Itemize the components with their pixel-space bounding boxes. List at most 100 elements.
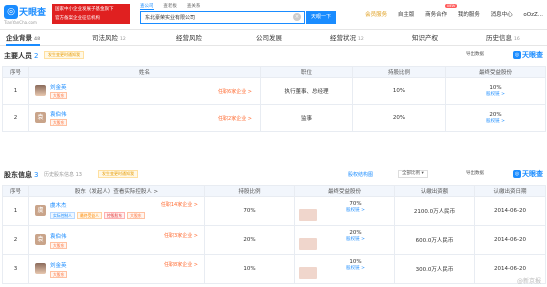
col-header: 姓名	[28, 66, 261, 78]
nav-vip-service[interactable]: 会员服务	[365, 10, 387, 18]
nav-business[interactable]: 商务合作	[425, 10, 447, 18]
tab-count: 12	[120, 37, 126, 42]
person-cell: 刘金英 大股东 任职8家企业 >	[28, 254, 205, 284]
tag-major-shareholder: 大股东	[50, 271, 68, 278]
avatar[interactable]: 虞	[35, 205, 46, 216]
ratio: 70%	[204, 196, 295, 226]
related-companies-link[interactable]: 任职14家企业 >	[161, 201, 198, 208]
clear-icon[interactable]: ×	[293, 13, 301, 21]
col-header: 持股比例	[352, 66, 446, 78]
chain-thumbnail	[299, 267, 317, 279]
chain-thumbnail	[299, 209, 317, 221]
tab-intellectual-property[interactable]: 知识产权	[412, 31, 438, 46]
position: 监事	[260, 104, 353, 132]
ratio: 10%	[204, 254, 295, 284]
search-tab-company[interactable]: 查公司	[140, 3, 154, 10]
related-companies-link[interactable]: 任职3家企业 >	[164, 232, 198, 239]
row-index: 2	[2, 104, 29, 132]
benefit-cell: 10% 股权链 >	[294, 254, 395, 284]
person-cell: 虞 虞木杰 实际控制人 最终受益人 控股股东 大股东 任职14家企业 >	[28, 196, 205, 226]
change-notify-button[interactable]: 发生变更时通知我	[44, 51, 84, 59]
search-tab-relation[interactable]: 查关系	[187, 3, 201, 9]
benefit-cell: 70% 股权链 >	[294, 196, 395, 226]
subscribed-date: 2014-06-20	[474, 196, 546, 226]
search-input[interactable]	[141, 12, 281, 23]
export-button[interactable]: 导出数据	[466, 170, 484, 178]
tab-company-development[interactable]: 公司发展	[256, 31, 282, 46]
tab-history[interactable]: 历史信息 16	[486, 31, 520, 46]
col-header: 序号	[2, 185, 29, 197]
subscribed-date: 2014-06-20	[474, 225, 546, 255]
nav-user-menu[interactable]: oOzZ...	[523, 12, 543, 18]
tab-count: 48	[34, 37, 41, 42]
related-companies-link[interactable]: 任职2家企业 >	[218, 115, 252, 122]
table-row[interactable]: 2 袁 袁伯伟 大股东 任职2家企业 > 监事 20% 20% 股权链 >	[2, 104, 546, 132]
ratio: 20%	[204, 225, 295, 255]
top-nav: 会员服务 自主版 商务合作 我的服务 消息中心 oOzZ... NEW	[356, 4, 543, 22]
equity-structure-link[interactable]: 股权结构图	[348, 171, 373, 178]
nav-self-version[interactable]: 自主版	[398, 10, 415, 18]
tag-controlling-shareholder: 控股股东	[103, 212, 126, 219]
avatar[interactable]: 袁	[35, 234, 46, 245]
chain-thumbnail	[299, 238, 317, 250]
promo-banner[interactable]: 国家中小企业发展子基金旗下 官方备案企业征信机构	[52, 4, 130, 24]
person-tags: 实际控制人 最终受益人 控股股东 大股东	[50, 212, 147, 219]
person-name[interactable]: 刘金英	[50, 261, 67, 269]
main-tabs: 企业背景 48 司法风险 12 经营风险 公司发展 经营状况 12 知识产权 历史信息…	[0, 31, 547, 46]
row-index: 2	[2, 225, 29, 255]
table-row[interactable]: 1 虞 虞木杰 实际控制人 最终受益人 控股股东 大股东 任职14家企业 > 70% …	[2, 196, 546, 226]
table-row[interactable]: 3 刘金英 大股东 任职8家企业 > 10% 10% 股权链 > 300.0万人民…	[2, 254, 546, 284]
position: 执行董事、总经理	[260, 77, 353, 105]
col-header: 认缴出资日期	[474, 185, 546, 197]
tab-label: 知识产权	[412, 34, 438, 42]
search-box: ×	[140, 11, 305, 24]
shareholders-table: 序号 股东（发起人）查看实际控股人 > 持股比例 最终受益股份 认缴出资额 认缴…	[2, 185, 546, 284]
site-logo[interactable]: ◎ 天眼查 TianYanCha.com	[4, 5, 48, 25]
related-companies-link[interactable]: 任职8家企业 >	[164, 261, 198, 268]
nav-messages[interactable]: 消息中心	[491, 10, 513, 18]
brand-mark: ◎ 天眼查	[513, 50, 543, 60]
person-name[interactable]: 虞木杰	[50, 201, 67, 209]
brand-icon: ◎	[513, 170, 521, 178]
section-count: 3	[34, 171, 39, 179]
table-row[interactable]: 1 刘金英 大股东 任职6家企业 > 执行董事、总经理 10% 10% 股权链 >	[2, 77, 546, 105]
tab-label: 公司发展	[256, 34, 282, 42]
equity-chain-link[interactable]: 股权链 >	[446, 118, 545, 124]
tab-judicial-risk[interactable]: 司法风险 12	[92, 31, 126, 46]
ratio: 20%	[352, 104, 446, 132]
key-personnel-header: 主要人员 2 发生变更时通知我 导出数据 ◎ 天眼查	[0, 48, 547, 62]
avatar[interactable]	[35, 85, 46, 96]
ratio-filter-select[interactable]: 全部比例 ▾	[398, 170, 428, 178]
tab-operation-risk[interactable]: 经营风险	[176, 31, 202, 46]
equity-chain-link[interactable]: 股权链 >	[446, 91, 545, 97]
col-header: 职位	[260, 66, 353, 78]
history-shareholders-link[interactable]: 历史股东信息 13	[44, 171, 82, 178]
tab-count: 16	[514, 37, 520, 42]
shareholders-header: 股东信息 3 历史股东信息 13 发生变更时通知我 股权结构图 全部比例 ▾ 导出…	[0, 167, 547, 181]
search-tab-boss[interactable]: 查老板	[163, 3, 177, 9]
nav-my-service[interactable]: 我的服务	[458, 10, 480, 18]
tag-final-beneficiary: 最终受益人	[76, 212, 102, 219]
nav-badge: NEW	[445, 4, 458, 8]
person-name[interactable]: 刘金英	[50, 83, 67, 91]
tab-label: 企业背景	[6, 34, 32, 42]
avatar[interactable]	[35, 263, 46, 274]
person-tags: 大股东	[50, 92, 69, 99]
tab-enterprise-background[interactable]: 企业背景 48	[6, 31, 41, 46]
search-button[interactable]: 天眼一下	[306, 11, 336, 24]
change-notify-button[interactable]: 发生变更时通知我	[98, 170, 138, 178]
avatar[interactable]: 袁	[35, 112, 46, 123]
benefit-cell: 20% 股权链 >	[445, 104, 546, 132]
person-name[interactable]: 袁伯伟	[50, 110, 67, 118]
tab-label: 经营风险	[176, 34, 202, 42]
col-header[interactable]: 股东（发起人）查看实际控股人 >	[28, 185, 205, 197]
export-button[interactable]: 导出数据	[466, 51, 484, 59]
subscribed-amount: 2100.0万人民币	[394, 196, 475, 226]
table-header-row: 序号 股东（发起人）查看实际控股人 > 持股比例 最终受益股份 认缴出资额 认缴…	[2, 185, 546, 197]
table-row[interactable]: 2 袁 袁伯伟 大股东 任职3家企业 > 20% 20% 股权链 > 600.0万…	[2, 225, 546, 255]
tag-major-shareholder: 大股东	[50, 92, 68, 99]
tab-operation-status[interactable]: 经营状况 12	[330, 31, 364, 46]
person-name[interactable]: 袁伯伟	[50, 232, 67, 240]
ratio: 10%	[352, 77, 446, 105]
related-companies-link[interactable]: 任职6家企业 >	[218, 88, 252, 95]
